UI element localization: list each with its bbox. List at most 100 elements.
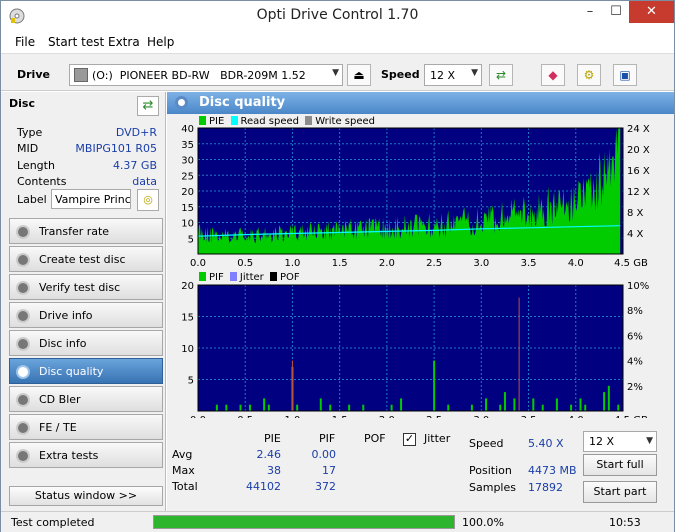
pif-chart: 0.0 0.5 1.0 1.5 2.0 2.5 3.0 3.5 4.0 4.5 GB 5 10 15 20… <box>181 281 649 418</box>
chevron-down-icon: ▼ <box>471 68 478 78</box>
nav-label: CD Bler <box>39 393 81 406</box>
disc-refresh-button[interactable]: ⇄ <box>137 96 159 116</box>
start-full-button[interactable]: Start full <box>583 454 657 476</box>
toolbar: Drive (O:) PIONEER BD-RW BDR-209M 1.52 ▼… <box>1 53 674 91</box>
x-tick-label: 4.0 <box>568 415 584 418</box>
chevron-down-icon: ▼ <box>332 68 339 78</box>
pif-bar <box>617 404 620 411</box>
nav-cd-bler[interactable]: CD Bler <box>9 386 163 412</box>
refresh-icon: ⇄ <box>495 68 507 82</box>
elapsed-time: 10:53 <box>609 516 641 529</box>
pif-bar <box>513 398 516 411</box>
drive-select-value: (O:) PIONEER BD-RW BDR-209M 1.52 <box>92 69 306 82</box>
disc-label-button[interactable]: ◎ <box>137 189 159 211</box>
menu-help[interactable]: Help <box>147 35 174 49</box>
minimize-button[interactable]: – <box>577 1 603 23</box>
stat-header-pof: POF <box>364 432 386 445</box>
speed-select[interactable]: 12 X ▼ <box>424 64 482 86</box>
nav-label: Verify test disc <box>39 281 121 294</box>
disc-icon <box>16 337 30 351</box>
stat-max-pif: 17 <box>322 464 336 477</box>
y2-tick-label: 12 X <box>627 187 650 198</box>
maximize-button[interactable]: ☐ <box>603 1 629 23</box>
menu-file[interactable]: File <box>15 35 35 49</box>
pif-bar <box>499 404 502 411</box>
nav-extra-tests[interactable]: Extra tests <box>9 442 163 468</box>
nav-transfer-rate[interactable]: Transfer rate <box>9 218 163 244</box>
x-tick-label: 2.0 <box>379 258 395 269</box>
y2-tick-label: 24 X <box>627 124 650 135</box>
pif-bar <box>225 404 228 411</box>
disc-mid-value: MBIPG101 R05 <box>75 142 157 155</box>
nav-create-test-disc[interactable]: Create test disc <box>9 246 163 272</box>
save-button[interactable]: ▣ <box>613 64 637 86</box>
panel-header: Disc quality <box>167 92 674 114</box>
start-part-button[interactable]: Start part <box>583 481 657 503</box>
x-tick-label: 4.0 <box>568 258 584 269</box>
drive-select[interactable]: (O:) PIONEER BD-RW BDR-209M 1.52 ▼ <box>69 64 343 86</box>
x-tick-label: 0.0 <box>190 415 206 418</box>
disc-contents-value: data <box>132 175 157 188</box>
disc-length-key: Length <box>17 159 55 172</box>
x-tick-label: 1.0 <box>284 258 300 269</box>
test-speed-select[interactable]: 12 X ▼ <box>583 431 657 452</box>
pif-bar <box>603 392 606 411</box>
disc-quality-panel: Disc quality PIE Read speed Write speed … <box>167 92 674 511</box>
title-bar: Opti Drive Control 1.70 – ☐ ✕ <box>1 1 674 31</box>
nav-label: Drive info <box>39 309 93 322</box>
samples-label: Samples <box>469 481 516 494</box>
nav-label: Disc quality <box>39 365 104 378</box>
chevron-down-icon: ▼ <box>646 436 653 446</box>
x-tick-label: 1.5 <box>332 258 348 269</box>
speed-readout-label: Speed <box>469 437 504 450</box>
window-title: Opti Drive Control 1.70 <box>256 7 419 23</box>
y-tick-label: 20 <box>181 187 194 198</box>
menu-start-test[interactable]: Start test <box>48 35 104 49</box>
pif-bar <box>263 398 266 411</box>
stat-header-jitter: Jitter <box>424 432 451 445</box>
y2-tick-label: 10% <box>627 281 649 292</box>
x-tick-label: 4.5 GB <box>614 258 648 269</box>
disc-mid-key: MID <box>17 142 39 155</box>
status-window-button[interactable]: Status window >> <box>9 486 163 506</box>
settings-button[interactable]: ⚙ <box>577 64 601 86</box>
x-tick-label: 2.5 <box>426 415 442 418</box>
erase-button[interactable]: ◆ <box>541 64 565 86</box>
panel-title: Disc quality <box>199 95 286 110</box>
nav-label: Disc info <box>39 337 87 350</box>
stat-total-label: Total <box>172 480 198 493</box>
stat-header-pif: PIF <box>319 432 336 445</box>
menu-bar: File Start test Extra Help <box>1 32 674 52</box>
pif-bar <box>362 404 365 411</box>
nav-verify-test-disc[interactable]: Verify test disc <box>9 274 163 300</box>
pif-bar <box>470 404 473 411</box>
eject-button[interactable]: ⏏ <box>347 64 371 86</box>
disc-label-field[interactable]: Vampire Princ <box>51 189 131 209</box>
jitter-checkbox[interactable]: ✓ <box>403 433 416 446</box>
nav-disc-quality[interactable]: Disc quality <box>9 358 163 384</box>
y2-tick-label: 4 X <box>627 229 644 240</box>
menu-extra[interactable]: Extra <box>108 35 140 49</box>
y-tick-label: 20 <box>181 281 194 292</box>
disc-icon <box>16 281 30 295</box>
y2-tick-label: 2% <box>627 382 643 393</box>
refresh-button[interactable]: ⇄ <box>489 64 513 86</box>
disc-length-value: 4.37 GB <box>112 159 157 172</box>
y-tick-label: 5 <box>188 376 194 387</box>
samples-value: 17892 <box>528 481 563 494</box>
position-label: Position <box>469 464 512 477</box>
y-tick-label: 30 <box>181 156 194 167</box>
disc-icon <box>16 365 30 379</box>
disc-icon <box>16 309 30 323</box>
close-button[interactable]: ✕ <box>629 1 674 23</box>
y-tick-label: 15 <box>181 313 194 324</box>
nav-drive-info[interactable]: Drive info <box>9 302 163 328</box>
nav-fe-te[interactable]: FE / TE <box>9 414 163 440</box>
nav-disc-info[interactable]: Disc info <box>9 330 163 356</box>
y-tick-label: 40 <box>181 124 194 135</box>
speed-select-value: 12 X <box>430 69 456 82</box>
nav-label: FE / TE <box>39 421 77 434</box>
pif-bar <box>579 398 582 411</box>
eraser-icon: ◆ <box>548 68 558 82</box>
pif-bar <box>607 385 610 411</box>
